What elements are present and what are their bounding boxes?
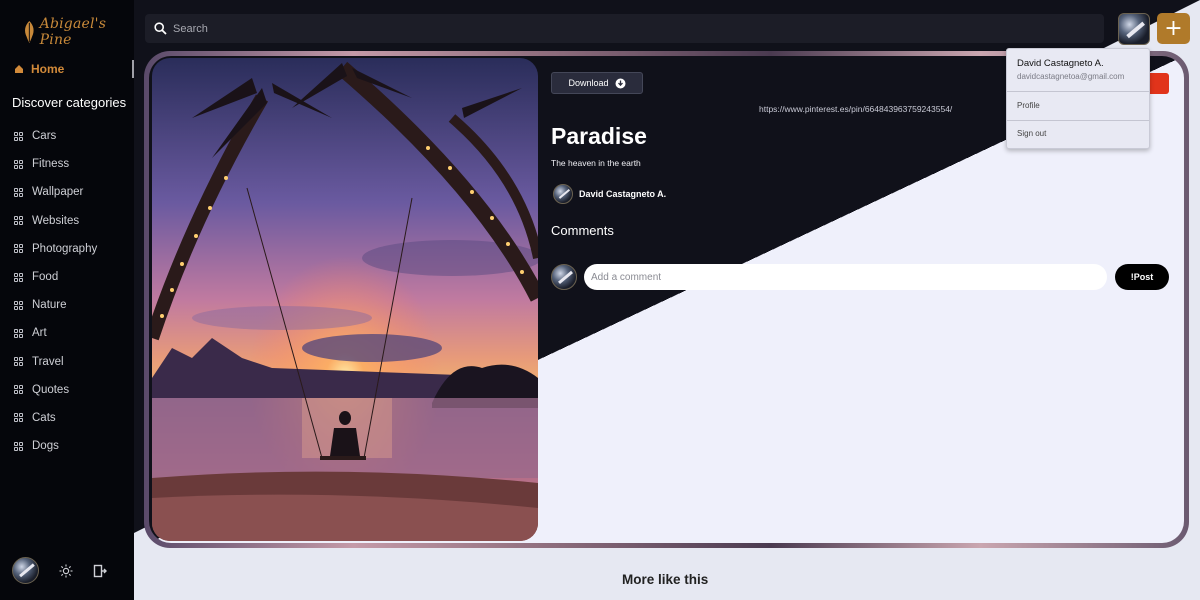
- category-icon: [14, 187, 23, 197]
- category-icon: [14, 413, 23, 423]
- sidebar-item-nature[interactable]: Nature: [14, 291, 97, 319]
- category-list: Cars Fitness Wallpaper Websites Photography F…: [14, 122, 97, 460]
- sidebar-item-photography[interactable]: Photography: [14, 235, 97, 263]
- sidebar-item-cars[interactable]: Cars: [14, 122, 97, 150]
- app-logo[interactable]: Abigael's Pine: [22, 16, 134, 48]
- user-avatar[interactable]: [12, 557, 39, 584]
- comment-input[interactable]: [584, 264, 1107, 290]
- sidebar-item-label: Fitness: [32, 158, 70, 171]
- author-avatar: [553, 184, 573, 204]
- author-name: David Castagneto A.: [579, 189, 667, 199]
- category-icon: [14, 441, 23, 451]
- pin-description: The heaven in the earth: [551, 158, 641, 168]
- sidebar-item-quotes[interactable]: Quotes: [14, 376, 97, 404]
- sidebar-item-wallpaper[interactable]: Wallpaper: [14, 178, 97, 206]
- sidebar-item-label: Art: [32, 327, 47, 340]
- sidebar-item-label: Cats: [32, 411, 56, 424]
- sidebar-item-label: Food: [32, 271, 59, 284]
- divider: [1007, 120, 1149, 121]
- download-icon: [615, 78, 626, 88]
- category-icon: [14, 244, 23, 254]
- commenter-avatar: [551, 264, 577, 290]
- sidebar-item-dogs[interactable]: Dogs: [14, 432, 97, 460]
- comment-form: !Post: [551, 264, 1169, 291]
- sidebar-item-food[interactable]: Food: [14, 263, 97, 291]
- dropdown-user-email: davidcastagnetoa@gmail.com: [1017, 72, 1125, 81]
- sidebar-footer: [12, 557, 107, 584]
- sidebar-item-art[interactable]: Art: [14, 319, 97, 347]
- pin-photo: [152, 58, 538, 541]
- pin-source-link[interactable]: https://www.pinterest.es/pin/66484396375…: [759, 104, 952, 114]
- sidebar-item-label: Wallpaper: [32, 186, 84, 199]
- sidebar-item-label: Quotes: [32, 383, 70, 396]
- divider: [1007, 91, 1149, 92]
- category-icon: [14, 328, 23, 338]
- sidebar-item-label: Photography: [32, 242, 98, 255]
- categories-heading: Discover categories: [12, 95, 127, 110]
- search-icon: [154, 22, 167, 35]
- menu-item-sign-out[interactable]: Sign out: [1017, 129, 1046, 138]
- sidebar-item-home[interactable]: Home: [14, 62, 64, 76]
- sidebar-item-travel[interactable]: Travel: [14, 348, 97, 376]
- sidebar-item-label: Nature: [32, 299, 67, 312]
- pin-image[interactable]: [152, 58, 538, 541]
- logo-text: Abigael's Pine: [39, 16, 107, 48]
- sidebar-item-label: Home: [31, 62, 65, 76]
- sidebar-item-websites[interactable]: Websites: [14, 207, 97, 235]
- logout-icon[interactable]: [93, 564, 107, 578]
- comments-heading: Comments: [551, 223, 614, 238]
- sidebar-item-cats[interactable]: Cats: [14, 404, 97, 432]
- dropdown-user-name: David Castagneto A.: [1017, 58, 1104, 69]
- search-bar[interactable]: [145, 14, 1104, 43]
- sidebar-item-label: Travel: [32, 355, 64, 368]
- sidebar-item-label: Dogs: [32, 440, 59, 453]
- search-input[interactable]: [173, 22, 1028, 35]
- home-icon: [15, 65, 23, 73]
- sidebar: Abigael's Pine Home Discover categories …: [0, 0, 134, 600]
- add-pin-button[interactable]: +: [1157, 13, 1190, 44]
- header-user-avatar[interactable]: [1118, 13, 1150, 45]
- download-button[interactable]: Download: [551, 72, 643, 94]
- pin-title: Paradise: [551, 123, 647, 149]
- pine-leaf-icon: [25, 21, 34, 43]
- post-comment-button[interactable]: !Post: [1115, 264, 1169, 290]
- category-icon: [14, 357, 23, 367]
- download-label: Download: [568, 78, 609, 88]
- active-indicator: [132, 60, 134, 78]
- menu-item-profile[interactable]: Profile: [1017, 101, 1040, 110]
- sidebar-item-fitness[interactable]: Fitness: [14, 150, 97, 178]
- pin-author[interactable]: David Castagneto A.: [553, 184, 666, 204]
- category-icon: [14, 300, 23, 310]
- category-icon: [14, 159, 23, 169]
- category-icon: [14, 272, 23, 282]
- user-menu-dropdown: David Castagneto A. davidcastagnetoa@gma…: [1006, 48, 1150, 149]
- category-icon: [14, 216, 23, 226]
- more-like-this-heading: More like this: [622, 572, 709, 587]
- category-icon: [14, 385, 23, 395]
- theme-toggle-icon[interactable]: [59, 564, 73, 578]
- sidebar-item-label: Websites: [32, 214, 80, 227]
- category-icon: [14, 131, 23, 141]
- sidebar-item-label: Cars: [32, 130, 57, 143]
